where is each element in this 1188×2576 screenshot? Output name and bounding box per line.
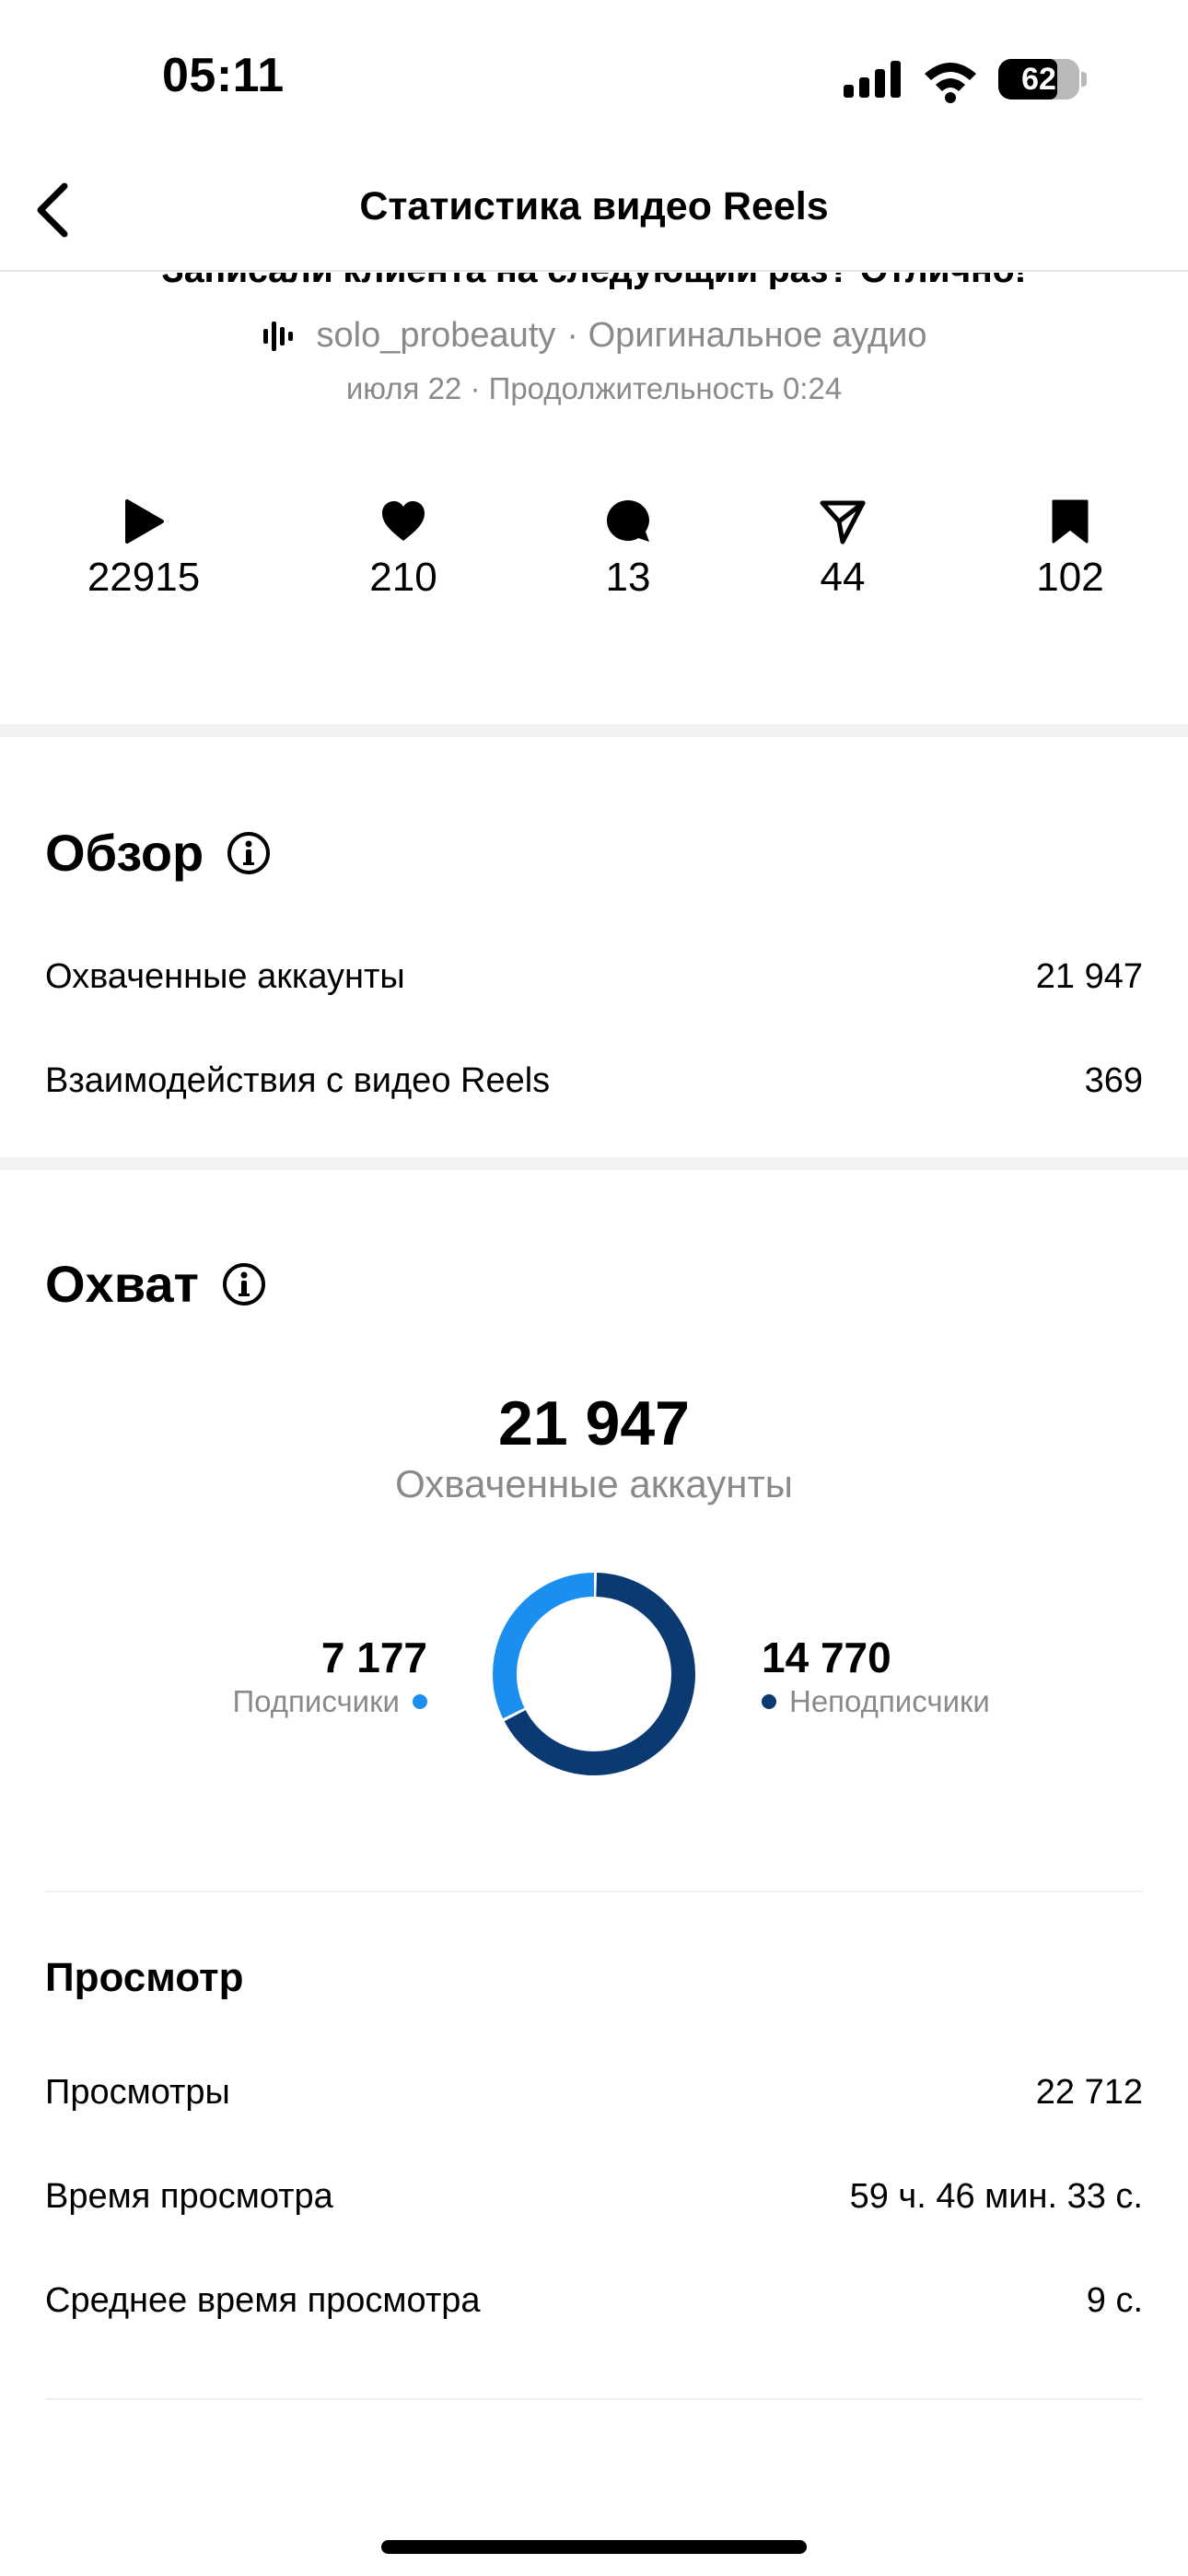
audio-title: · Оригинальное аудио <box>566 316 927 355</box>
followers-value: 7 177 <box>320 1633 427 1681</box>
non-followers-legend: Неподписчики <box>762 1684 990 1719</box>
overview-title: Обзор <box>45 824 204 882</box>
views-row-value: 22 712 <box>1035 2073 1143 2112</box>
overview-row-label: Охваченные аккаунты <box>45 957 405 996</box>
section-divider <box>0 1157 1188 1170</box>
bookmark-icon <box>1052 499 1089 544</box>
stat-plays-value: 22915 <box>87 555 201 600</box>
views-title: Просмотр <box>45 1955 244 2000</box>
stat-shares: 44 <box>751 498 935 601</box>
divider <box>45 2398 1143 2400</box>
audio-row[interactable]: solo_probeauty · Оригинальное аудио <box>0 316 1188 356</box>
reach-total: 21 947 <box>498 1388 690 1458</box>
page-title-overlay: Статистика видео Reels <box>359 184 829 228</box>
views-row-label: Среднее время просмотра <box>45 2281 481 2320</box>
stat-likes: 210 <box>311 498 495 601</box>
views-row-value: 9 с. <box>1086 2281 1143 2320</box>
battery-level-overlay: 62 <box>1021 62 1056 97</box>
reach-donut-chart <box>493 1573 695 1775</box>
divider <box>45 1891 1143 1892</box>
share-icon <box>820 500 866 544</box>
stat-shares-value: 44 <box>820 555 866 600</box>
views-row-value: 59 ч. 46 мин. 33 с. <box>849 2177 1143 2216</box>
followers-legend: Подписчики <box>232 1684 427 1719</box>
comment-icon <box>607 500 649 542</box>
audio-username: solo_probeauty <box>316 316 556 355</box>
wifi-icon-overlay <box>925 63 976 103</box>
reach-total-label: Охваченные аккаунты <box>395 1462 793 1505</box>
play-icon <box>125 499 164 544</box>
views-row-label: Время просмотра <box>45 2177 333 2216</box>
reach-header: Охват <box>45 1254 267 1314</box>
stat-plays: 22915 <box>52 498 236 601</box>
overview-row-value: 369 <box>1084 1061 1143 1100</box>
heart-icon <box>382 501 425 541</box>
overview-row-value: 21 947 <box>1035 957 1143 996</box>
battery-nub-overlay <box>1081 72 1087 87</box>
section-divider <box>0 724 1188 737</box>
non-followers-value: 14 770 <box>762 1633 891 1681</box>
audio-wave-icon <box>262 321 293 351</box>
reel-meta: июля 22 · Продолжительность 0:24 <box>345 371 843 405</box>
stat-saves: 102 <box>978 498 1162 601</box>
stat-saves-value: 102 <box>1036 555 1104 600</box>
followers-label: Подписчики <box>232 1684 400 1718</box>
followers-dot <box>413 1694 427 1709</box>
stat-likes-value: 210 <box>369 555 437 600</box>
overview-row-label: Взаимодействия с видео Reels <box>45 1061 551 1100</box>
signal-icon-overlay <box>844 61 901 98</box>
stat-comments-value: 13 <box>605 555 651 600</box>
reach-title: Охват <box>45 1255 199 1313</box>
info-icon[interactable] <box>226 830 272 876</box>
overview-header: Обзор <box>45 823 272 883</box>
home-indicator <box>381 2540 807 2554</box>
views-row-label: Просмотры <box>45 2073 230 2112</box>
non-followers-label: Неподписчики <box>789 1684 990 1718</box>
battery-indicator-overlay: 62 <box>998 59 1079 100</box>
stat-comments: 13 <box>536 498 720 601</box>
status-time-overlay: 05:11 <box>162 49 285 102</box>
info-icon[interactable] <box>221 1261 267 1307</box>
back-button[interactable] <box>28 177 83 243</box>
non-followers-dot <box>762 1694 776 1709</box>
header-divider <box>0 270 1188 272</box>
